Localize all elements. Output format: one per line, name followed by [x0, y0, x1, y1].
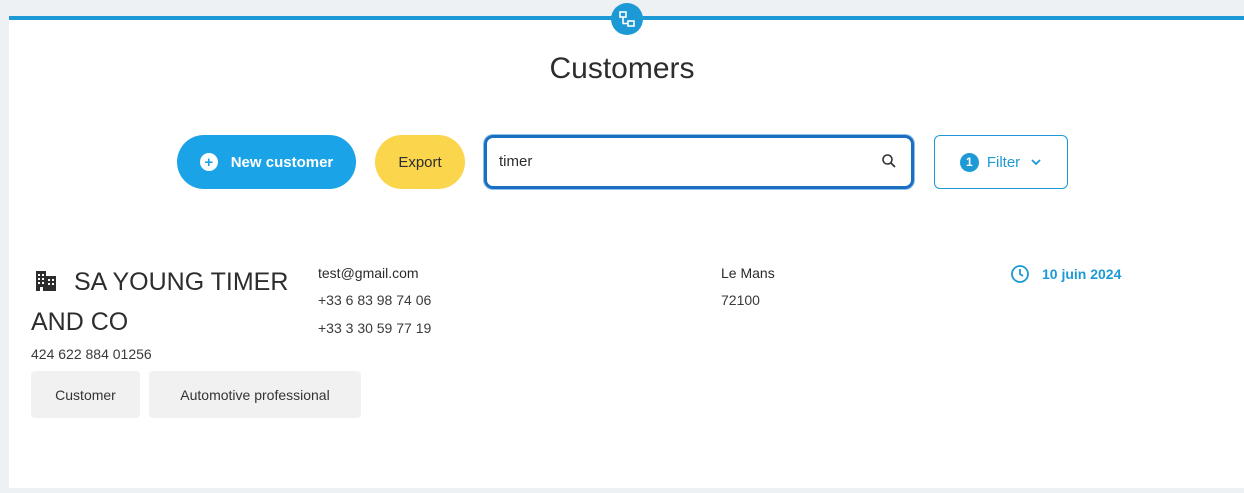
page-title: Customers	[549, 52, 695, 85]
customer-phone-mobile: +33 6 83 98 74 06	[318, 292, 432, 308]
new-customer-label: New customer	[230, 153, 334, 171]
company-name[interactable]: SA YOUNG TIMER AND CO	[31, 262, 306, 342]
search-input[interactable]	[499, 148, 859, 174]
tag-automotive-professional: Automotive professional	[149, 371, 361, 418]
new-customer-button[interactable]: + New customer	[177, 135, 356, 189]
plus-circle-icon: +	[199, 153, 218, 171]
export-label: Export	[398, 153, 442, 171]
filter-label: Filter	[986, 153, 1021, 171]
filter-count-badge: 1	[959, 152, 979, 172]
customer-phone-landline: +33 3 30 59 77 19	[318, 320, 432, 336]
customer-date: 10 juin 2024	[1042, 266, 1122, 282]
tag-customer: Customer	[31, 371, 140, 418]
customer-zip: 72100	[721, 292, 760, 308]
search-box[interactable]	[484, 135, 914, 189]
filter-button[interactable]: 1 Filter	[934, 135, 1068, 189]
customer-email: test@gmail.com	[318, 265, 419, 281]
clock-icon	[1011, 265, 1029, 283]
network-icon[interactable]	[611, 3, 643, 35]
company-siret: 424 622 884 01256	[31, 346, 152, 362]
export-button[interactable]: Export	[375, 135, 465, 189]
search-icon[interactable]	[881, 153, 897, 169]
customer-city: Le Mans	[721, 265, 775, 281]
chevron-down-icon	[1031, 159, 1041, 166]
